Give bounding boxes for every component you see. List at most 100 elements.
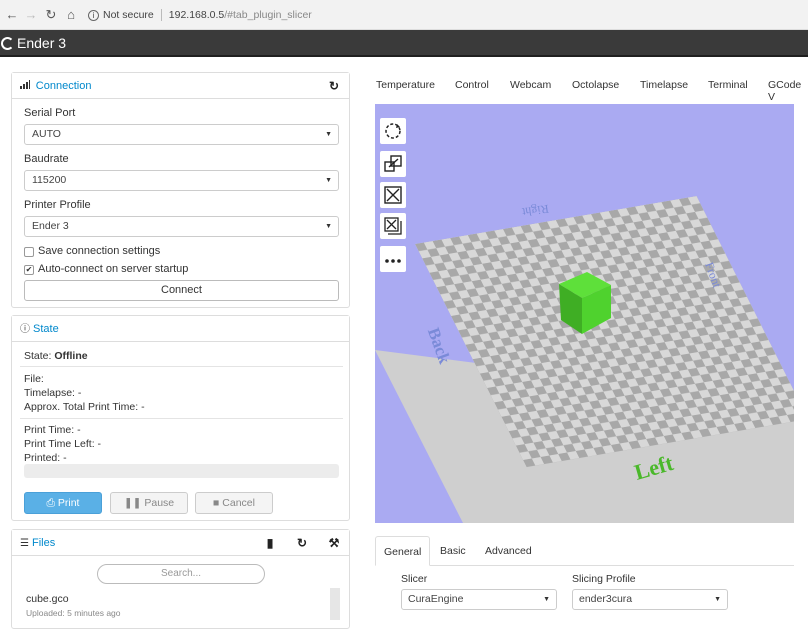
time-left-row: Print Time Left: - [24,438,101,450]
save-settings-label: Save connection settings [38,245,161,257]
address-bar[interactable]: i Not secure 192.168.0.5/#tab_plugin_slice… [88,6,808,24]
rotate-tool[interactable] [380,118,406,144]
file-label: File: [24,373,44,385]
tab-gcode-viewer[interactable]: GCode V [768,79,808,103]
forward-arrow-icon[interactable]: → [24,7,38,23]
time-left-value: - [97,438,102,450]
baudrate-value: 115200 [32,174,67,186]
info-icon[interactable]: i [88,9,99,21]
octoprint-logo-icon [1,37,14,50]
connect-button[interactable]: Connect [24,280,339,301]
slicer-value: CuraEngine [408,593,464,605]
state-value: Offline [54,350,88,362]
connection-header[interactable]: Connection [12,73,349,99]
slicer-3d-viewport[interactable]: Right Front Back Left [375,104,794,523]
slicing-profile-select[interactable]: ender3cura ▼ [572,589,728,610]
remove-model-tool[interactable] [380,182,406,208]
slicing-profile-value: ender3cura [579,593,633,605]
print-time-value: - [77,424,81,436]
print-icon: ⎙ [46,497,55,509]
list-icon: ☰ [20,538,29,549]
file-item-meta: Uploaded: 5 minutes ago [26,608,121,618]
bed-label-right: Right [521,202,550,220]
approx-time-row: Approx. Total Print Time: - [24,401,145,413]
time-left-label: Print Time Left: [24,438,95,450]
timelapse-row: Timelapse: - [24,387,81,399]
wrench-icon[interactable]: ⚒ [325,534,343,552]
file-row: File: [24,373,44,385]
app-title[interactable]: Ender 3 [17,35,66,51]
serial-port-label: Serial Port [24,107,76,119]
app-navbar: Ender 3 [0,30,808,57]
more-icon [385,259,401,263]
approx-time-value: - [141,401,145,413]
bed-scene: Right Front Back Left [375,195,794,523]
tab-advanced[interactable]: Advanced [477,536,540,566]
printer-profile-label: Printer Profile [24,199,91,211]
cancel-button[interactable]: ■ Cancel [195,492,273,514]
printed-value: - [63,452,67,464]
refresh-files-icon[interactable]: ↻ [293,534,311,552]
home-icon[interactable]: ⌂ [64,7,78,23]
remove-all-tool[interactable] [380,213,406,239]
connection-panel: Connection ↻ Serial Port AUTO ▼ Baudrate … [11,72,350,308]
autoconnect-label: Auto-connect on server startup [38,263,189,275]
slicer-label: Slicer [401,573,428,585]
state-label: State: [24,350,52,362]
tab-octolapse[interactable]: Octolapse [572,79,619,91]
pause-button[interactable]: ❚❚ Pause [110,492,188,514]
cancel-button-label: Cancel [222,497,255,509]
state-header[interactable]: ⓘ State [12,316,349,342]
url-path: /#tab_plugin_slicer [224,9,312,21]
back-arrow-icon[interactable]: ← [5,7,19,23]
scale-tool[interactable] [380,151,406,177]
slicing-profile-label: Slicing Profile [572,573,636,585]
print-progress-bar [24,464,339,478]
rotate-icon [385,123,401,139]
save-settings-checkbox[interactable] [24,247,34,257]
files-panel: ☰ Files ▮ ↻ ⚒ Search... cube.gco Uploaded… [11,529,350,629]
url-host: 192.168.0.5 [168,9,225,21]
files-search-input[interactable]: Search... [97,564,265,584]
print-button[interactable]: ⎙ Print [24,492,102,514]
tab-timelapse[interactable]: Timelapse [640,79,688,91]
reload-icon[interactable]: ↻ [44,7,58,23]
connection-title: Connection [35,80,92,92]
files-title: Files [31,537,56,549]
state-divider [20,418,343,419]
state-panel: ⓘ State State: Offline File: Timelapse: -… [11,315,350,521]
remove-all-icon [384,217,402,235]
more-tools[interactable] [380,246,406,272]
autoconnect-checkbox[interactable]: ✔ [24,265,34,275]
tab-general[interactable]: General [375,536,431,566]
tab-terminal[interactable]: Terminal [708,79,748,91]
new-file-icon[interactable]: ▮ [261,534,279,552]
print-time-label: Print Time: [24,424,75,436]
signal-icon [20,80,33,92]
slicer-settings-tabs: General Basic Advanced [375,536,794,566]
timelapse-value: - [77,387,82,399]
chevron-down-icon: ▼ [325,223,332,230]
file-item-name[interactable]: cube.gco [26,593,69,605]
serial-port-select[interactable]: AUTO ▼ [24,124,339,145]
refresh-icon[interactable]: ↻ [325,77,343,95]
printer-profile-value: Ender 3 [32,220,69,232]
baudrate-select[interactable]: 115200 ▼ [24,170,339,191]
printer-profile-select[interactable]: Ender 3 ▼ [24,216,339,237]
chevron-down-icon: ▼ [714,596,721,603]
chevron-down-icon: ▼ [543,596,550,603]
timelapse-label: Timelapse: [24,387,75,399]
chevron-down-icon: ▼ [325,177,332,184]
browser-toolbar: ← → ↻ ⌂ i Not secure 192.168.0.5/#tab_plug… [0,0,808,30]
pause-button-label: Pause [144,497,175,509]
tab-control[interactable]: Control [455,79,489,91]
tab-basic[interactable]: Basic [432,536,474,566]
scale-icon [384,155,402,172]
baudrate-label: Baudrate [24,153,69,165]
slicer-select[interactable]: CuraEngine ▼ [401,589,557,610]
url-divider [160,9,162,22]
state-row: State: Offline [24,350,88,362]
files-scrollbar[interactable] [330,588,340,620]
tab-temperature[interactable]: Temperature [376,79,435,91]
tab-webcam[interactable]: Webcam [510,79,551,91]
